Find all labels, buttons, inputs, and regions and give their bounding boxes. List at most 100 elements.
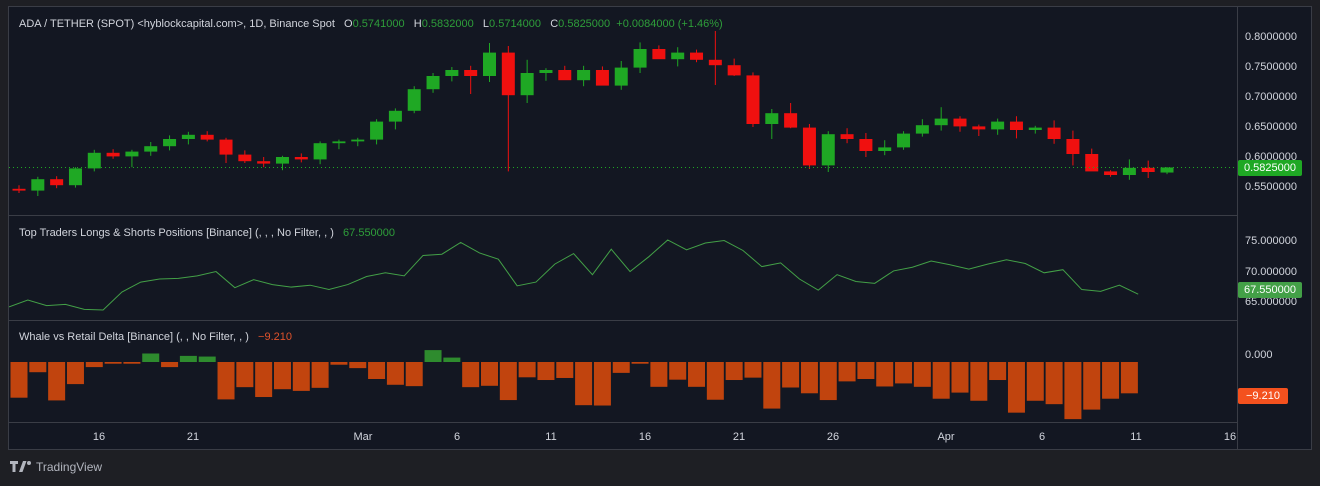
candle-body [1104, 171, 1118, 175]
candle-body [181, 134, 195, 139]
candle-body [915, 125, 929, 134]
candle-body [878, 147, 892, 151]
candle-body [144, 146, 158, 152]
candle-body [1066, 139, 1080, 154]
delta-bar [895, 362, 913, 384]
candle-body [708, 59, 722, 66]
delta-bar [1102, 362, 1120, 399]
close-label: C [550, 18, 559, 30]
delta-bar [273, 362, 291, 390]
delta-bar [782, 362, 800, 388]
delta-bar [744, 362, 762, 378]
candle-body [614, 67, 628, 86]
delta-bar [292, 362, 310, 391]
delta-bar [66, 362, 84, 385]
delta-bar [368, 362, 386, 379]
high-value: 0.5832000 [421, 18, 474, 30]
delta-bar [989, 362, 1007, 381]
tradingview-brand: TradingView [36, 460, 103, 474]
indicator1-axis-label: 75.000000 [1245, 235, 1297, 247]
delta-bar [386, 362, 404, 385]
candle-body [595, 70, 609, 86]
candle-body [859, 139, 873, 151]
delta-bar [537, 362, 555, 381]
candle-body [1047, 127, 1061, 139]
delta-bar [104, 362, 122, 364]
candle-body [351, 139, 365, 142]
price-axis-label: 0.8000000 [1245, 31, 1297, 43]
candle-body [520, 73, 534, 96]
delta-bar [763, 362, 781, 409]
low-value: 0.5714000 [489, 18, 542, 30]
delta-bar [499, 362, 517, 401]
candle-body [633, 49, 647, 68]
candle-body [1028, 127, 1042, 130]
delta-bar [688, 362, 706, 387]
price-axis-label: 0.7500000 [1245, 61, 1297, 73]
indicator2-title[interactable]: Whale vs Retail Delta [Binance] (, , No … [19, 331, 249, 343]
open-label: O [344, 18, 353, 30]
candle-body [163, 139, 177, 147]
delta-bar [556, 362, 574, 378]
candle-body [464, 70, 478, 76]
delta-bar [443, 357, 461, 362]
indicator1-legend[interactable]: Top Traders Longs & Shorts Positions [Bi… [19, 227, 395, 239]
time-axis-label: 6 [453, 431, 461, 443]
delta-bar [819, 362, 837, 401]
delta-bar [876, 362, 894, 387]
candle-body [539, 70, 553, 73]
candle-body [313, 143, 327, 160]
delta-bar [857, 362, 875, 379]
delta-bar [330, 362, 348, 365]
close-value: 0.5825000 [558, 18, 611, 30]
candle-body [68, 168, 82, 186]
delta-bar [85, 362, 103, 368]
indicator2-legend[interactable]: Whale vs Retail Delta [Binance] (, , No … [19, 331, 292, 343]
candle-body [257, 161, 271, 164]
main-legend: ADA / TETHER (SPOT) <hyblockcapital.com>… [19, 18, 723, 30]
delta-bar [1083, 362, 1101, 410]
delta-bar [951, 362, 969, 393]
delta-bar [405, 362, 423, 387]
chart-frame[interactable]: ADA / TETHER (SPOT) <hyblockcapital.com>… [8, 6, 1312, 450]
delta-bar [123, 362, 141, 364]
delta-bar [518, 362, 536, 378]
delta-bar [593, 362, 611, 406]
time-axis-label: 16 [1223, 431, 1237, 443]
candle-body [1141, 167, 1155, 172]
price-axis-label: 0.6500000 [1245, 121, 1297, 133]
time-axis-label: 11 [545, 431, 557, 443]
candle-body [1122, 167, 1136, 175]
time-axis-label: 16 [92, 431, 106, 443]
candle-body [501, 52, 515, 96]
indicator2-value: −9.210 [258, 331, 292, 343]
candle-body [31, 179, 45, 191]
candle-body [690, 52, 704, 60]
time-axis-label: 6 [1038, 431, 1046, 443]
tradingview-logo-icon [10, 461, 31, 472]
delta-bar [838, 362, 856, 382]
delta-bar [179, 355, 197, 362]
symbol-title[interactable]: ADA / TETHER (SPOT) <hyblockcapital.com>… [19, 18, 335, 30]
indicator1-title[interactable]: Top Traders Longs & Shorts Positions [Bi… [19, 227, 334, 239]
tradingview-logo[interactable]: TradingView [10, 460, 102, 474]
candle-body [238, 154, 252, 162]
delta-bar [1064, 362, 1082, 420]
delta-bar [725, 362, 743, 381]
price-axis-label: 0.7000000 [1245, 91, 1297, 103]
candle-body [953, 118, 967, 127]
delta-bar [800, 362, 818, 394]
candle-body [897, 133, 911, 148]
delta-bar [1045, 362, 1063, 405]
candlestick-chart[interactable] [9, 7, 1237, 215]
candle-body [426, 76, 440, 90]
delta-bar [669, 362, 687, 380]
delta-bar [1120, 362, 1138, 394]
candle-body [125, 151, 139, 157]
candle-body [840, 134, 854, 139]
candle-body [219, 139, 233, 155]
delta-bar [612, 362, 630, 373]
delta-bar [970, 362, 988, 401]
candle-body [87, 152, 101, 169]
longs-shorts-line [9, 239, 1139, 311]
